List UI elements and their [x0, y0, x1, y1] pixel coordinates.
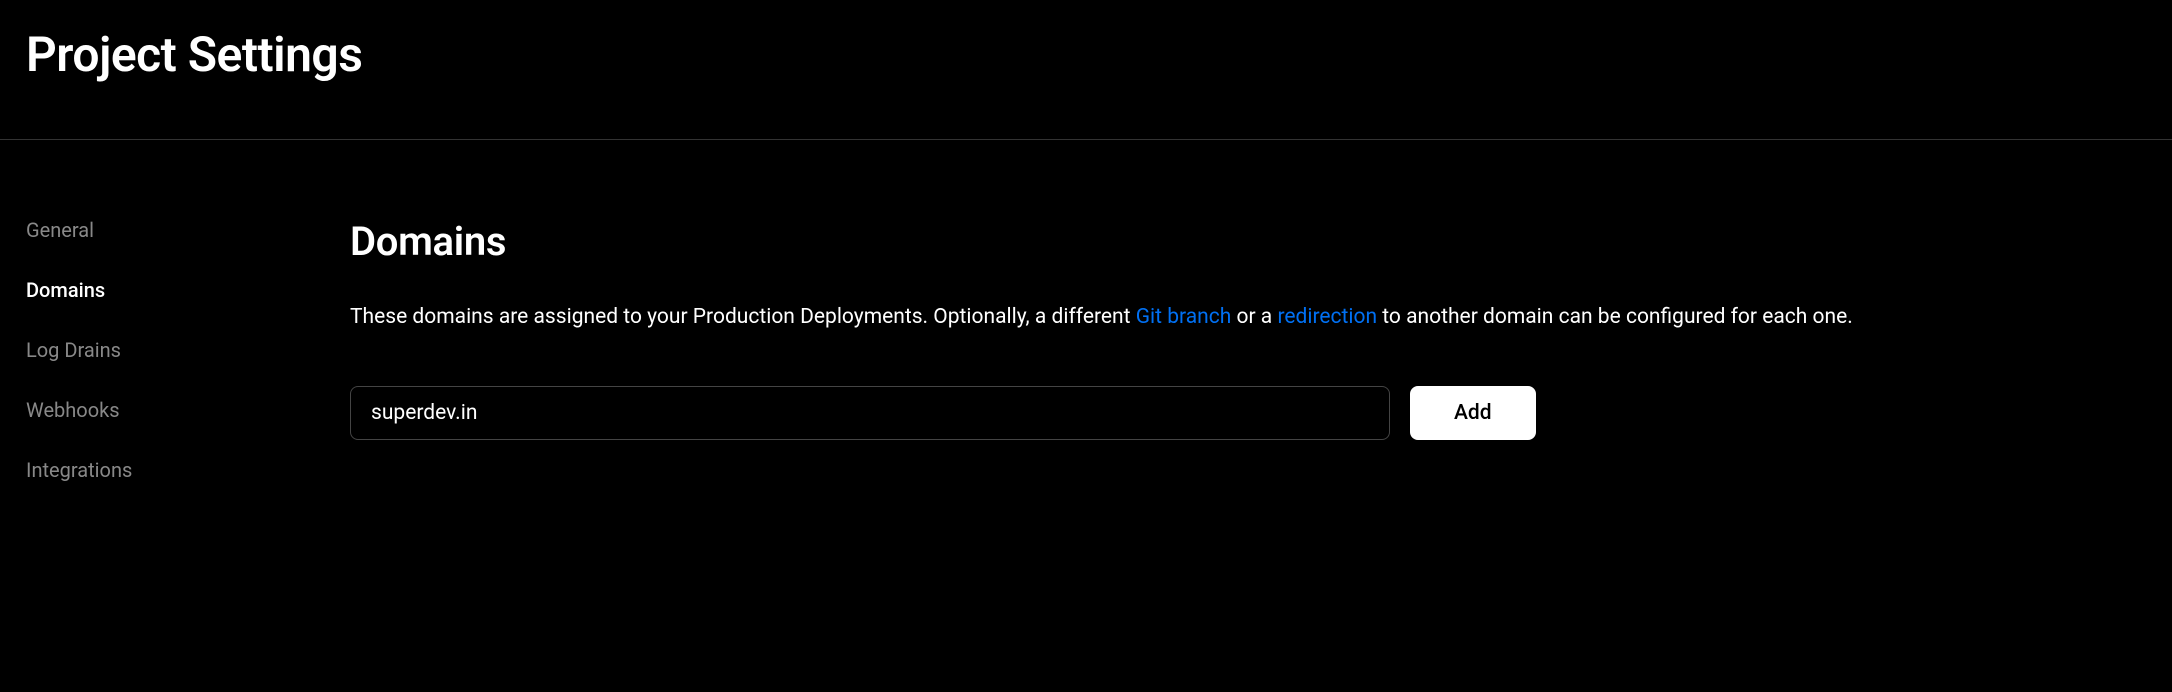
domain-input-row: Add — [350, 386, 2146, 440]
page-header: Project Settings — [0, 0, 2172, 140]
description-text-mid: or a — [1231, 305, 1277, 329]
sidebar-item-log-drains[interactable]: Log Drains — [26, 338, 350, 362]
page-title: Project Settings — [26, 26, 2146, 83]
content-wrapper: General Domains Log Drains Webhooks Inte… — [0, 140, 2172, 482]
main-content: Domains These domains are assigned to yo… — [350, 218, 2172, 482]
link-redirection[interactable]: redirection — [1277, 305, 1377, 329]
add-domain-button[interactable]: Add — [1410, 386, 1536, 440]
section-description: These domains are assigned to your Produ… — [350, 301, 2146, 334]
link-git-branch[interactable]: Git branch — [1136, 305, 1232, 329]
domain-input[interactable] — [350, 386, 1390, 440]
sidebar-item-general[interactable]: General — [26, 218, 350, 242]
description-text-pre: These domains are assigned to your Produ… — [350, 305, 1136, 329]
settings-sidebar: General Domains Log Drains Webhooks Inte… — [0, 218, 350, 482]
description-text-post: to another domain can be configured for … — [1377, 305, 1853, 329]
sidebar-item-integrations[interactable]: Integrations — [26, 458, 350, 482]
section-title-domains: Domains — [350, 218, 2146, 265]
sidebar-item-domains[interactable]: Domains — [26, 278, 350, 302]
sidebar-item-webhooks[interactable]: Webhooks — [26, 398, 350, 422]
